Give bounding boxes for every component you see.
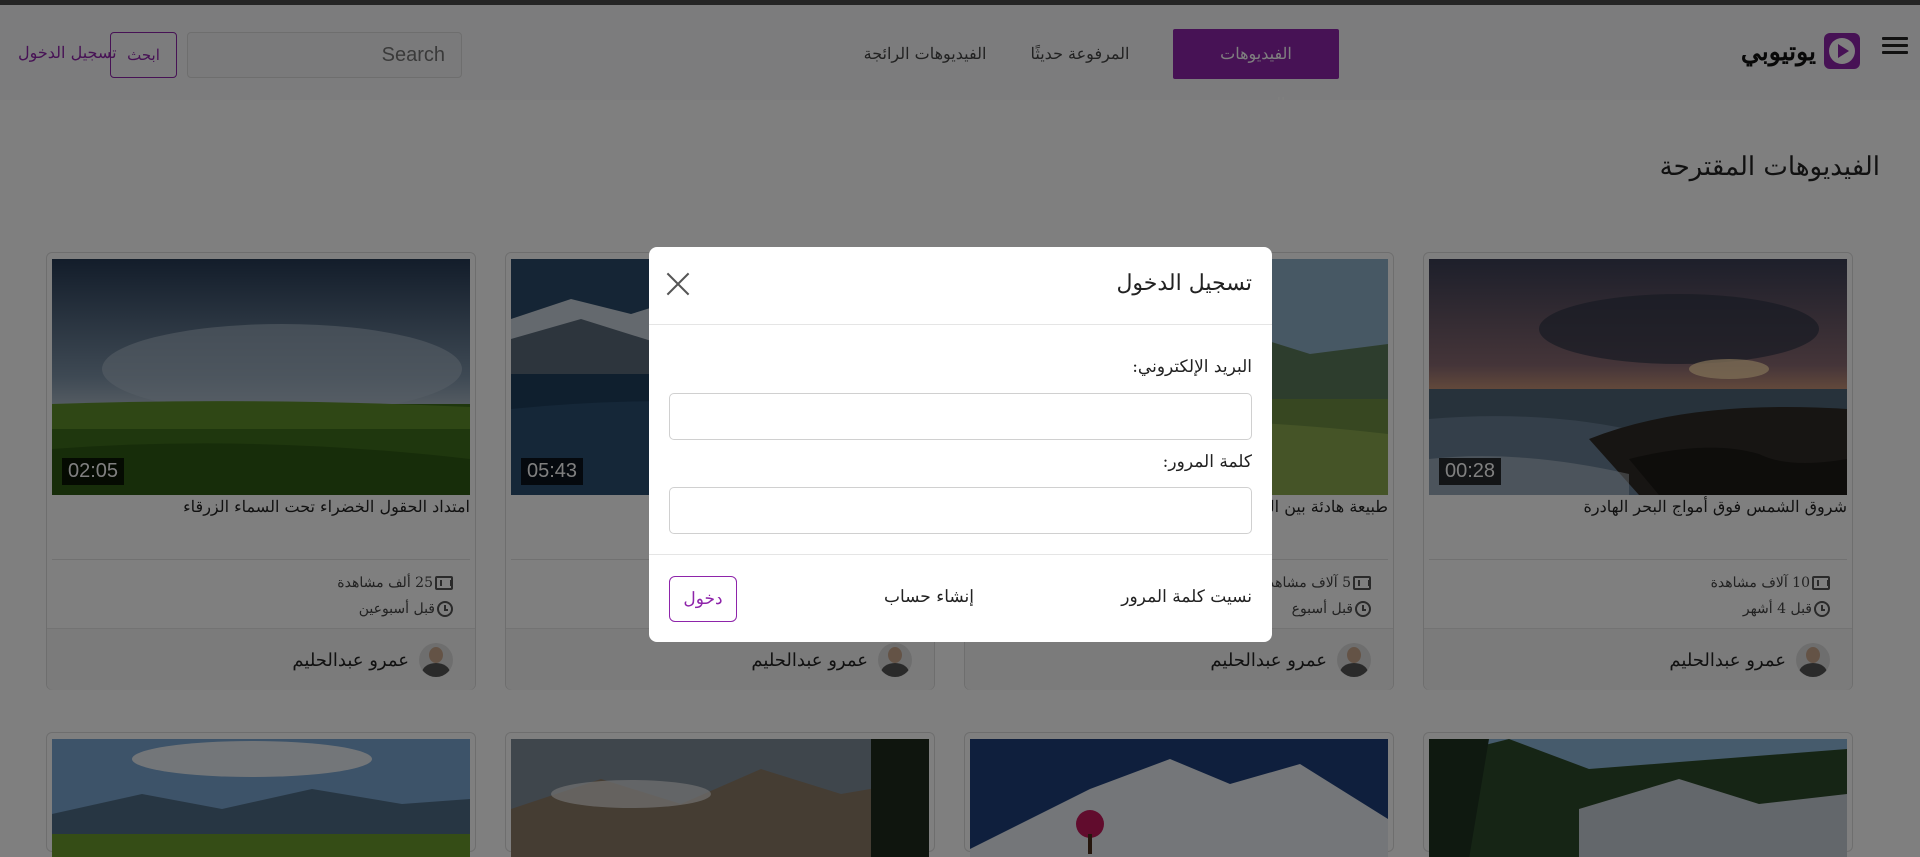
email-label: البريد الإلكتروني: (1132, 357, 1252, 377)
forgot-password-link[interactable]: نسيت كلمة المرور (1121, 587, 1252, 607)
divider (649, 554, 1272, 555)
login-modal: تسجيل الدخول البريد الإلكتروني: كلمة الم… (649, 247, 1272, 642)
login-submit-button[interactable]: دخول (669, 576, 737, 622)
modal-title: تسجيل الدخول (1116, 271, 1252, 296)
divider (649, 324, 1272, 325)
password-label: كلمة المرور: (1162, 452, 1252, 472)
create-account-link[interactable]: إنشاء حساب (884, 587, 974, 607)
close-icon[interactable] (665, 271, 691, 297)
password-field[interactable] (669, 487, 1252, 534)
email-field[interactable] (669, 393, 1252, 440)
